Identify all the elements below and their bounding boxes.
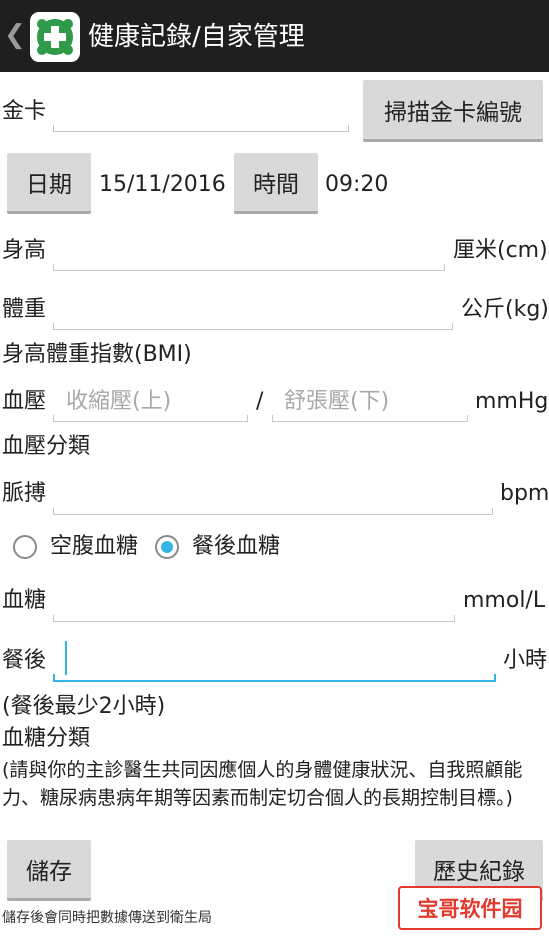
post-meal-hours-input[interactable] — [53, 674, 496, 682]
glucose-target-advice: (請與你的主診醫生共同因應個人的身體健康狀況、自我照顧能力、糖尿病患病年期等因素… — [2, 759, 523, 809]
date-button[interactable]: 日期 — [7, 153, 91, 214]
post-meal-glucose-label[interactable]: 餐後血糖 — [192, 532, 280, 562]
post-meal-glucose-radio[interactable] — [155, 535, 179, 559]
fasting-glucose-label[interactable]: 空腹血糖 — [50, 532, 138, 562]
gold-card-input[interactable] — [53, 125, 349, 132]
time-button[interactable]: 時間 — [234, 153, 318, 214]
blood-pressure-unit: mmHg — [475, 389, 549, 414]
text-cursor — [65, 641, 67, 675]
fasting-glucose-radio[interactable] — [13, 535, 37, 559]
post-meal-hours-note: (餐後最少2小時) — [2, 694, 166, 719]
pulse-label: 脈搏 — [2, 481, 47, 506]
diastolic-input[interactable] — [272, 415, 468, 422]
blood-pressure-category-label: 血壓分類 — [2, 434, 91, 459]
footer-note: 儲存後會同時把數據傳送到衛生局 — [2, 910, 212, 926]
blood-pressure-label: 血壓 — [2, 389, 47, 414]
glucose-input[interactable] — [53, 615, 455, 622]
time-value: 09:20 — [325, 172, 389, 197]
save-button[interactable]: 儲存 — [7, 840, 91, 901]
date-value: 15/11/2016 — [99, 172, 226, 197]
weight-label: 體重 — [2, 297, 47, 322]
systolic-input[interactable] — [53, 415, 248, 422]
scan-gold-card-button[interactable]: 掃描金卡編號 — [363, 80, 543, 142]
pulse-input[interactable] — [53, 508, 493, 515]
back-chevron-icon[interactable]: ❮ — [4, 20, 26, 50]
app-logo-icon — [30, 12, 80, 62]
post-meal-hours-label: 餐後 — [2, 648, 47, 673]
bmi-label: 身高體重指數(BMI) — [2, 342, 192, 367]
page-title: 健康記錄/自家管理 — [88, 22, 305, 52]
height-input[interactable] — [53, 264, 445, 271]
height-label: 身高 — [2, 238, 47, 263]
systolic-placeholder: 收縮壓(上) — [66, 389, 172, 414]
gold-card-label: 金卡 — [2, 99, 47, 124]
watermark-logo: 宝哥软件园 — [398, 886, 542, 930]
glucose-label: 血糖 — [2, 588, 47, 613]
glucose-unit: mmol/L — [463, 588, 546, 613]
height-unit: 厘米(cm) — [453, 238, 548, 263]
pulse-unit: bpm — [500, 481, 549, 506]
glucose-category-label: 血糖分類 — [2, 726, 91, 751]
bp-separator: / — [256, 389, 264, 414]
post-meal-hours-unit: 小時 — [503, 648, 548, 673]
weight-unit: 公斤(kg) — [461, 297, 549, 322]
weight-input[interactable] — [53, 323, 453, 330]
diastolic-placeholder: 舒張壓(下) — [284, 389, 390, 414]
